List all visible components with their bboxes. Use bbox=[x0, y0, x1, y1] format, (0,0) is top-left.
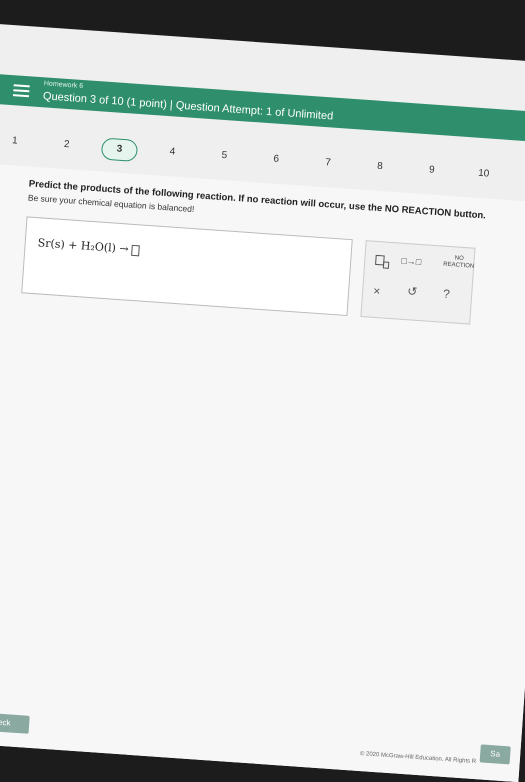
question-nav-3[interactable]: 3 bbox=[100, 137, 139, 162]
question-nav-8[interactable]: 8 bbox=[366, 156, 393, 178]
equation-text: Sr(s) + H₂O(l) → bbox=[37, 236, 130, 256]
question-nav-4[interactable]: 4 bbox=[159, 142, 186, 164]
undo-icon[interactable]: ↺ bbox=[407, 284, 418, 299]
question-nav-2[interactable]: 2 bbox=[53, 134, 80, 156]
question-nav-9[interactable]: 9 bbox=[418, 160, 445, 182]
no-reaction-button[interactable]: NO REACTION bbox=[443, 255, 475, 271]
copyright-text: © 2020 McGraw-Hill Education. All Rights… bbox=[359, 750, 477, 766]
homework-title: Homework 6 bbox=[43, 80, 84, 91]
question-info: Question 3 of 10 (1 point) | Question At… bbox=[42, 90, 334, 123]
question-nav-5[interactable]: 5 bbox=[211, 145, 238, 167]
no-reaction-label-line2: REACTION bbox=[443, 261, 475, 270]
menu-icon[interactable] bbox=[12, 81, 30, 100]
help-icon[interactable]: ? bbox=[443, 287, 451, 301]
product-slot[interactable] bbox=[131, 244, 140, 256]
reaction-arrow-button[interactable]: □→□ bbox=[401, 256, 422, 267]
question-content: Predict the products of the following re… bbox=[0, 161, 525, 782]
equation-toolbar: □→□ NO REACTION × ↺ ? bbox=[360, 240, 476, 325]
answer-input-box[interactable]: Sr(s) + H₂O(l) → bbox=[21, 216, 353, 317]
question-nav-6[interactable]: 6 bbox=[262, 149, 289, 171]
question-nav-1[interactable]: 1 bbox=[1, 131, 28, 153]
clear-icon[interactable]: × bbox=[373, 284, 381, 298]
check-button[interactable]: Check bbox=[0, 711, 30, 734]
question-nav-7[interactable]: 7 bbox=[314, 152, 341, 174]
save-button[interactable]: Sa bbox=[479, 744, 511, 765]
chemical-equation: Sr(s) + H₂O(l) → bbox=[37, 236, 140, 256]
subscript-tool-icon[interactable] bbox=[371, 252, 394, 269]
screen: Homework 6 Question 3 of 10 (1 point) | … bbox=[0, 22, 525, 782]
question-nav-10[interactable]: 10 bbox=[470, 163, 497, 185]
